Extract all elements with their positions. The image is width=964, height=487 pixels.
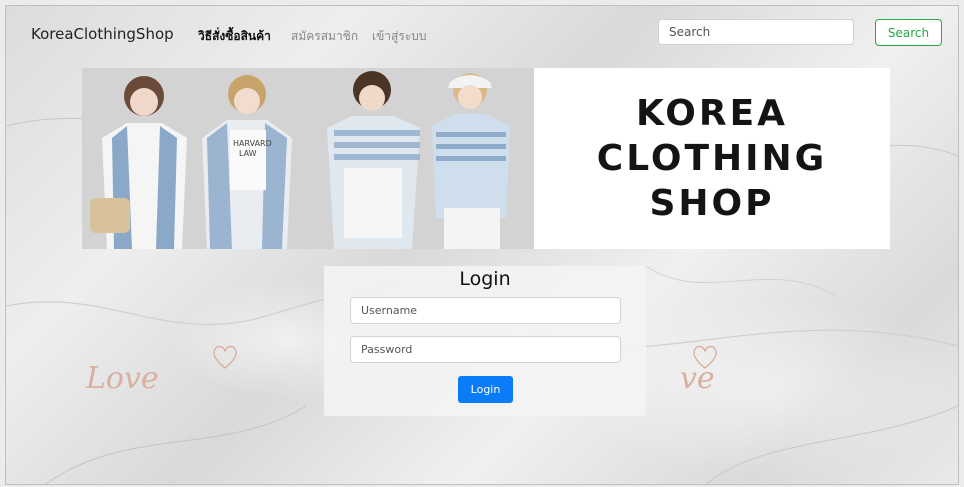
- nav-link-login[interactable]: เข้าสู่ระบบ: [372, 27, 427, 46]
- banner-line-korea: KOREA: [635, 93, 789, 134]
- top-navbar: KoreaClothingShop วิธีสั่งซื้อสินค้า สมั…: [6, 6, 958, 62]
- models-photo: HARVARD LAW: [82, 68, 534, 249]
- nav-link-register[interactable]: สมัครสมาชิก: [291, 27, 358, 46]
- username-field[interactable]: [350, 297, 621, 324]
- heart-outline-icon: [693, 345, 717, 369]
- search-button[interactable]: Search: [875, 19, 942, 46]
- login-title: Login: [459, 268, 511, 290]
- page-frame: KoreaClothingShop วิธีสั่งซื้อสินค้า สมั…: [5, 5, 959, 485]
- login-button[interactable]: Login: [458, 376, 513, 403]
- login-form: Login Login: [324, 266, 646, 416]
- search-input[interactable]: [658, 19, 854, 45]
- banner-line-shop: SHOP: [649, 183, 775, 224]
- models-illustration: HARVARD LAW: [82, 68, 534, 249]
- nav-link-how-to-order[interactable]: วิธีสั่งซื้อสินค้า: [198, 27, 271, 46]
- banner-title: KOREA CLOTHING SHOP: [534, 68, 890, 249]
- hero-banner: HARVARD LAW KOREA CLOTHING SHOP: [82, 68, 890, 249]
- brand-link[interactable]: KoreaClothingShop: [31, 25, 174, 43]
- password-field[interactable]: [350, 336, 621, 363]
- svg-text:LAW: LAW: [239, 149, 257, 158]
- shirt-print-text: HARVARD: [233, 139, 272, 148]
- banner-line-clothing: CLOTHING: [596, 138, 828, 179]
- love-script-left: Love: [86, 361, 159, 396]
- heart-outline-icon: [213, 345, 237, 369]
